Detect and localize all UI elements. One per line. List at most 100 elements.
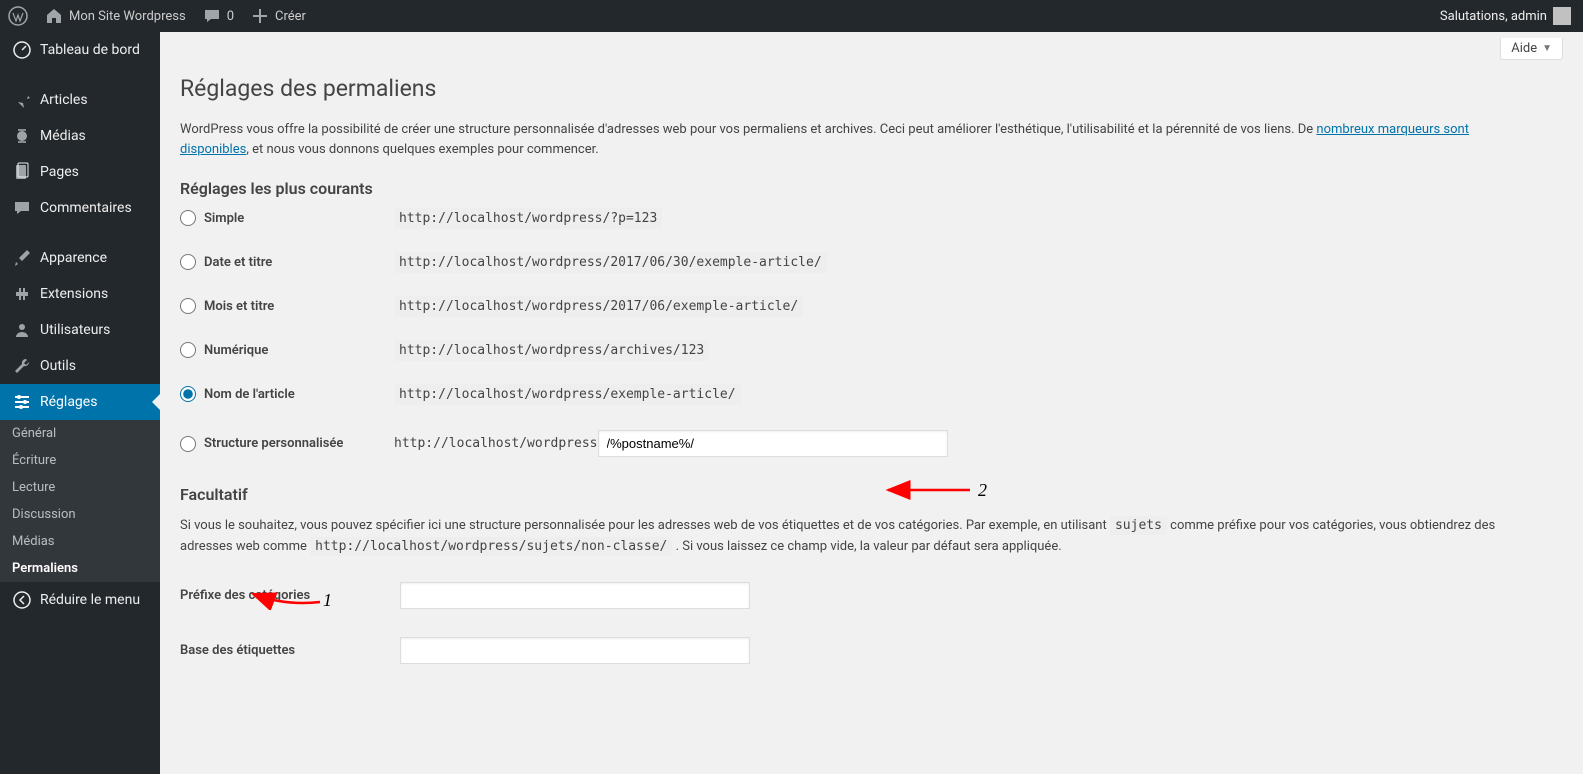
- chevron-down-icon: ▼: [1542, 43, 1552, 54]
- category-prefix-input[interactable]: [400, 582, 750, 609]
- collapse-icon: [12, 590, 32, 610]
- menu-pages[interactable]: Pages: [0, 154, 160, 190]
- menu-posts[interactable]: Articles: [0, 82, 160, 118]
- wp-logo[interactable]: [0, 0, 36, 32]
- tag-base-input[interactable]: [400, 637, 750, 664]
- opt-text-e: . Si vous laissez ce champ vide, la vale…: [672, 539, 1061, 554]
- menu-label: Pages: [40, 164, 79, 180]
- opt-code-b: sujets: [1110, 516, 1167, 535]
- sub-discussion[interactable]: Discussion: [0, 501, 160, 528]
- opt-code-d: http://localhost/wordpress/sujets/non-cl…: [310, 537, 672, 556]
- row-category-prefix: Préfixe des catégories: [180, 582, 1563, 609]
- comments-icon: [12, 198, 32, 218]
- sub-media[interactable]: Médias: [0, 528, 160, 555]
- greeting-text[interactable]: Salutations, admin: [1440, 9, 1547, 24]
- row-tag-base: Base des étiquettes: [180, 637, 1563, 664]
- page-icon: [12, 162, 32, 182]
- avatar[interactable]: [1553, 7, 1571, 25]
- menu-label: Tableau de bord: [40, 42, 140, 58]
- home-icon: [44, 6, 64, 26]
- create-new-link[interactable]: Créer: [242, 0, 314, 32]
- sub-writing[interactable]: Écriture: [0, 447, 160, 474]
- custom-structure-input[interactable]: [598, 430, 948, 457]
- menu-tools[interactable]: Outils: [0, 348, 160, 384]
- wrench-icon: [12, 356, 32, 376]
- option-label[interactable]: Date et titre: [204, 255, 394, 270]
- help-tab[interactable]: Aide ▼: [1500, 38, 1563, 60]
- option-label[interactable]: Nom de l'article: [204, 387, 394, 402]
- admin-toolbar: Mon Site Wordpress 0 Créer Salutations, …: [0, 0, 1583, 32]
- pin-icon: [12, 90, 32, 110]
- sliders-icon: [12, 392, 32, 412]
- menu-settings[interactable]: Réglages: [0, 384, 160, 420]
- option-example: http://localhost/wordpress/?p=123: [394, 208, 662, 229]
- annotation-arrow-1: 1: [245, 584, 335, 610]
- intro-paragraph: WordPress vous offre la possibilité de c…: [180, 120, 1520, 159]
- optional-heading: Facultatif: [180, 485, 1563, 504]
- option-label[interactable]: Mois et titre: [204, 299, 394, 314]
- comments-count: 0: [227, 9, 234, 24]
- option-label[interactable]: Simple: [204, 211, 394, 226]
- menu-label: Outils: [40, 358, 76, 374]
- menu-label: Commentaires: [40, 200, 132, 216]
- menu-collapse[interactable]: Réduire le menu: [0, 582, 160, 618]
- comments-link[interactable]: 0: [194, 0, 242, 32]
- menu-appearance[interactable]: Apparence: [0, 240, 160, 276]
- comment-icon: [202, 6, 222, 26]
- custom-prefix: http://localhost/wordpress: [394, 436, 598, 451]
- sub-general[interactable]: Général: [0, 420, 160, 447]
- menu-label: Utilisateurs: [40, 322, 110, 338]
- svg-text:1: 1: [323, 590, 332, 610]
- menu-dashboard[interactable]: Tableau de bord: [0, 32, 160, 68]
- option-date: Date et titre http://localhost/wordpress…: [180, 254, 1563, 270]
- radio-postname[interactable]: [180, 386, 196, 402]
- option-simple: Simple http://localhost/wordpress/?p=123: [180, 210, 1563, 226]
- dashboard-icon: [12, 40, 32, 60]
- site-name-link[interactable]: Mon Site Wordpress: [36, 0, 194, 32]
- intro-text-before: WordPress vous offre la possibilité de c…: [180, 122, 1316, 137]
- intro-text-after: , et nous vous donnons quelques exemples…: [246, 142, 598, 157]
- option-example: http://localhost/wordpress/exemple-artic…: [394, 384, 741, 405]
- menu-label: Médias: [40, 128, 86, 144]
- menu-users[interactable]: Utilisateurs: [0, 312, 160, 348]
- plus-icon: [250, 6, 270, 26]
- option-month: Mois et titre http://localhost/wordpress…: [180, 298, 1563, 314]
- users-icon: [12, 320, 32, 340]
- plugin-icon: [12, 284, 32, 304]
- menu-plugins[interactable]: Extensions: [0, 276, 160, 312]
- menu-media[interactable]: Médias: [0, 118, 160, 154]
- option-postname: Nom de l'article http://localhost/wordpr…: [180, 386, 1563, 402]
- help-label: Aide: [1511, 41, 1537, 56]
- settings-submenu: Général Écriture Lecture Discussion Médi…: [0, 420, 160, 582]
- option-label[interactable]: Structure personnalisée: [204, 436, 394, 451]
- menu-label: Réduire le menu: [40, 592, 140, 608]
- common-heading: Réglages les plus courants: [180, 179, 1563, 198]
- option-custom: Structure personnalisée http://localhost…: [180, 430, 1563, 457]
- menu-label: Réglages: [40, 394, 97, 410]
- create-label: Créer: [275, 9, 306, 24]
- menu-label: Articles: [40, 92, 88, 108]
- option-example: http://localhost/wordpress/2017/06/30/ex…: [394, 252, 827, 273]
- content-area: Aide ▼ Réglages des permaliens WordPress…: [160, 32, 1583, 774]
- radio-simple[interactable]: [180, 210, 196, 226]
- sub-permalinks[interactable]: Permaliens: [0, 555, 160, 582]
- option-label[interactable]: Numérique: [204, 343, 394, 358]
- optional-paragraph: Si vous le souhaitez, vous pouvez spécif…: [180, 516, 1520, 558]
- option-example: http://localhost/wordpress/2017/06/exemp…: [394, 296, 803, 317]
- opt-text-a: Si vous le souhaitez, vous pouvez spécif…: [180, 518, 1110, 533]
- site-name: Mon Site Wordpress: [69, 9, 186, 24]
- option-example: http://localhost/wordpress/archives/123: [394, 340, 709, 361]
- sub-reading[interactable]: Lecture: [0, 474, 160, 501]
- page-title: Réglages des permaliens: [180, 66, 1563, 106]
- media-icon: [12, 126, 32, 146]
- option-numeric: Numérique http://localhost/wordpress/arc…: [180, 342, 1563, 358]
- radio-custom[interactable]: [180, 436, 196, 452]
- menu-label: Apparence: [40, 250, 107, 266]
- radio-numeric[interactable]: [180, 342, 196, 358]
- svg-text:2: 2: [978, 480, 987, 500]
- radio-month[interactable]: [180, 298, 196, 314]
- annotation-arrow-2: 2: [880, 478, 1000, 502]
- radio-date[interactable]: [180, 254, 196, 270]
- menu-comments[interactable]: Commentaires: [0, 190, 160, 226]
- tag-base-label: Base des étiquettes: [180, 643, 400, 658]
